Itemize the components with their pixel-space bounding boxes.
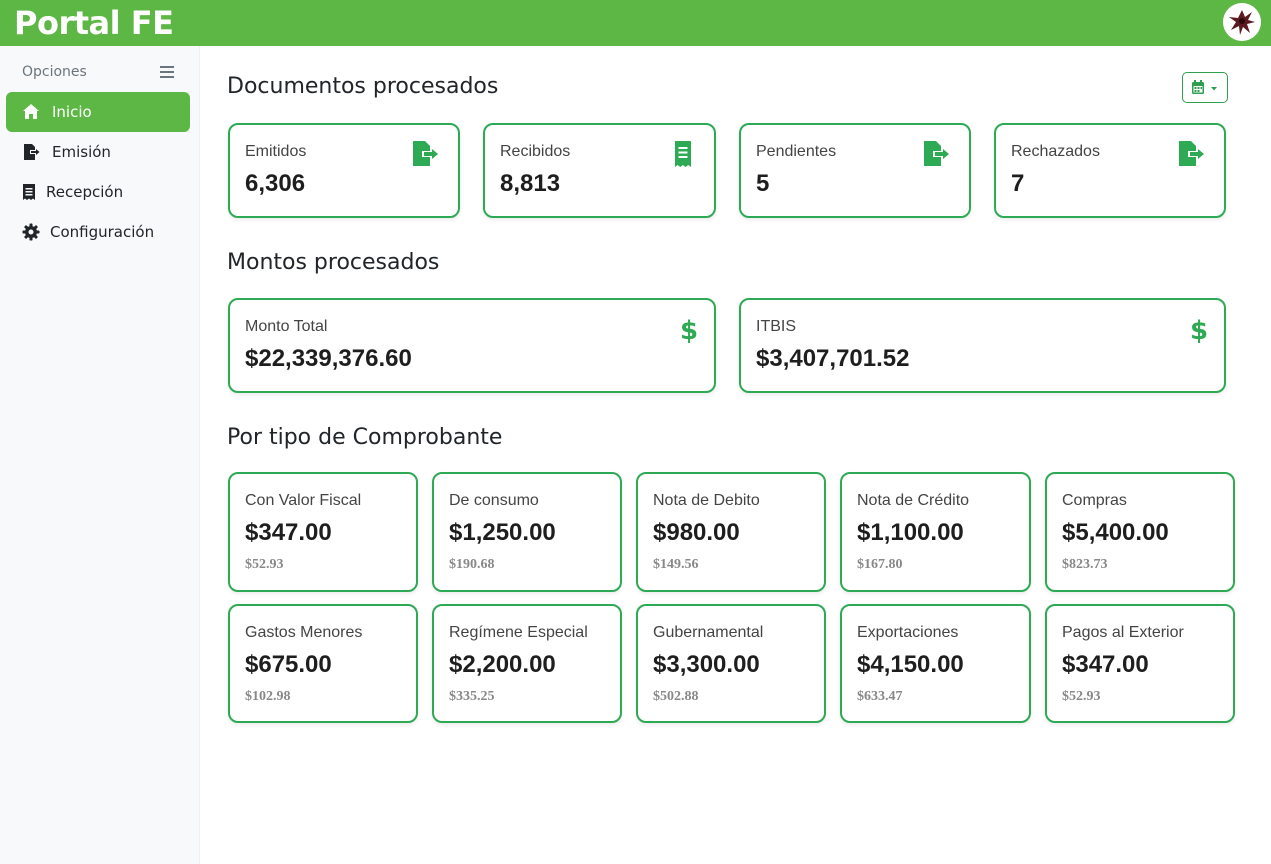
type-card: Nota de Crédito $1,100.00 $167.80 (840, 472, 1031, 592)
home-icon (23, 104, 39, 119)
type-card: De consumo $1,250.00 $190.68 (432, 472, 622, 592)
card-label: Monto Total (245, 318, 328, 335)
card-value: $980.00 (653, 519, 740, 546)
card-value: 8,813 (500, 170, 561, 197)
sidebar-item-emision[interactable]: Emisión (6, 132, 190, 172)
sidebar: Opciones Inicio Emisión Recepción Config… (0, 46, 200, 864)
card-label: Compras (1062, 492, 1127, 509)
card-value: $22,339,376.60 (245, 345, 412, 372)
card-tax-value: $633.47 (857, 689, 903, 704)
card-value: $347.00 (1062, 651, 1149, 678)
card-value: $1,100.00 (857, 519, 964, 546)
card-value: $2,200.00 (449, 651, 556, 678)
file-export-icon (924, 141, 949, 166)
stat-card-pendientes: Pendientes 5 (739, 123, 971, 218)
card-tax-value: $190.68 (449, 557, 495, 572)
type-card: Compras $5,400.00 $823.73 (1045, 472, 1235, 592)
stat-card-recibidos: Recibidos 8,813 (483, 123, 716, 218)
file-export-icon (24, 144, 40, 160)
card-label: Recibidos (500, 143, 571, 160)
card-tax-value: $102.98 (245, 689, 291, 704)
avatar[interactable] (1223, 3, 1261, 41)
card-label: Nota de Debito (653, 492, 760, 509)
card-label: Emitidos (245, 143, 307, 160)
type-card: Regímene Especial $2,200.00 $335.25 (432, 604, 622, 723)
card-label: Nota de Crédito (857, 492, 970, 509)
card-label: ITBIS (756, 318, 797, 335)
card-tax-value: $502.88 (653, 689, 699, 704)
top-bar: Portal FE (0, 0, 1271, 46)
card-label: Rechazados (1011, 143, 1100, 160)
dollar-icon: $ (680, 316, 698, 345)
receipt-icon (23, 184, 35, 200)
card-label: Pendientes (756, 143, 837, 160)
sidebar-heading: Opciones (22, 64, 87, 80)
card-tax-value: $823.73 (1062, 557, 1108, 572)
card-tax-value: $335.25 (449, 689, 495, 704)
card-value: 6,306 (245, 170, 306, 197)
sidebar-item-label: Configuración (50, 223, 155, 241)
dollar-icon: $ (1190, 316, 1208, 345)
card-label: Gastos Menores (245, 624, 363, 641)
sidebar-item-label: Inicio (52, 103, 92, 121)
type-card: Gastos Menores $675.00 $102.98 (228, 604, 418, 723)
card-label: Con Valor Fiscal (245, 492, 362, 509)
gear-icon (22, 223, 40, 241)
card-tax-value: $167.80 (857, 557, 903, 572)
card-tax-value: $149.56 (653, 557, 699, 572)
card-label: Exportaciones (857, 624, 959, 641)
card-tax-value: $52.93 (1062, 689, 1101, 704)
card-value: $675.00 (245, 651, 332, 678)
file-export-icon (413, 141, 438, 166)
type-card: Gubernamental $3,300.00 $502.88 (636, 604, 826, 723)
svg-text:$: $ (680, 316, 698, 345)
type-card: Exportaciones $4,150.00 $633.47 (840, 604, 1031, 723)
card-label: Gubernamental (653, 624, 764, 641)
sidebar-item-recepcion[interactable]: Recepción (6, 172, 190, 212)
card-label: De consumo (449, 492, 539, 509)
card-value: $347.00 (245, 519, 332, 546)
card-value: 5 (756, 170, 770, 197)
file-export-icon (1179, 141, 1204, 166)
stat-card-emitidos: Emitidos 6,306 (228, 123, 460, 218)
type-card: Nota de Debito $980.00 $149.56 (636, 472, 826, 592)
sidebar-item-configuracion[interactable]: Configuración (6, 212, 190, 252)
calendar-icon (1192, 80, 1217, 94)
sidebar-item-label: Emisión (52, 143, 111, 161)
type-card: Pagos al Exterior $347.00 $52.93 (1045, 604, 1235, 723)
card-label: Pagos al Exterior (1062, 624, 1184, 641)
app-title: Portal FE (14, 4, 174, 42)
amount-card-itbis: ITBIS $3,407,701.52 $ (739, 298, 1226, 393)
amount-card-monto-total: Monto Total $22,339,376.60 $ (228, 298, 716, 393)
card-value: $1,250.00 (449, 519, 556, 546)
by-type-section-title: Por tipo de Comprobante (227, 425, 503, 450)
card-value: $4,150.00 (857, 651, 964, 678)
amounts-section-title: Montos procesados (227, 250, 440, 275)
card-value: $5,400.00 (1062, 519, 1169, 546)
documents-section-title: Documentos procesados (227, 74, 499, 99)
menu-toggle-icon[interactable] (160, 66, 174, 78)
type-card: Con Valor Fiscal $347.00 $52.93 (228, 472, 418, 592)
card-value: 7 (1011, 170, 1025, 197)
receipt-icon (675, 141, 691, 167)
sidebar-item-label: Recepción (46, 183, 124, 201)
svg-text:$: $ (1190, 316, 1208, 345)
sidebar-item-inicio[interactable]: Inicio (6, 92, 190, 132)
card-value: $3,300.00 (653, 651, 760, 678)
card-tax-value: $52.93 (245, 557, 284, 572)
card-label: Regímene Especial (449, 624, 588, 641)
date-filter-dropdown[interactable] (1182, 72, 1228, 103)
stat-card-rechazados: Rechazados 7 (994, 123, 1226, 218)
avatar-image (1223, 3, 1261, 41)
card-value: $3,407,701.52 (756, 345, 910, 372)
